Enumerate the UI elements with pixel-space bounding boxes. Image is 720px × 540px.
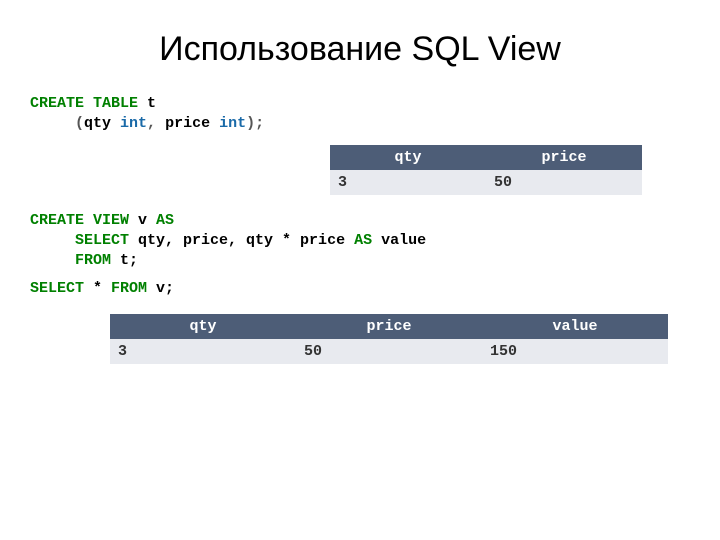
paren-open: ( (30, 115, 84, 132)
table-row: 3 50 (330, 170, 642, 195)
td-qty: 3 (330, 170, 486, 195)
create-table-code: CREATE TABLE t (qty int, price int); (30, 94, 690, 135)
table-row: 3 50 150 (110, 339, 668, 364)
comma: , (147, 115, 165, 132)
kw-select-2: SELECT (30, 280, 84, 297)
th-qty: qty (110, 314, 296, 339)
td-value: 150 (482, 339, 668, 364)
kw-from-1: FROM (30, 252, 111, 269)
kw-as-2: AS (354, 232, 372, 249)
th-qty: qty (330, 145, 486, 170)
kw-select-1: SELECT (30, 232, 129, 249)
th-price: price (296, 314, 482, 339)
table-v: qty price value 3 50 150 (110, 314, 668, 364)
type-int-2: int (210, 115, 246, 132)
td-price: 50 (296, 339, 482, 364)
table-header-row: qty price (330, 145, 642, 170)
star: * (84, 280, 111, 297)
table-t: qty price 3 50 (330, 145, 642, 195)
td-price: 50 (486, 170, 642, 195)
kw-as-1: AS (156, 212, 174, 229)
select-from-view-code: SELECT * FROM v; (30, 279, 690, 299)
col-qty: qty (84, 115, 111, 132)
ident-v: v (129, 212, 156, 229)
alias-value: value (372, 232, 426, 249)
th-value: value (482, 314, 668, 339)
page-title: Использование SQL View (30, 30, 690, 69)
from-t: t; (111, 252, 138, 269)
col-price: price (165, 115, 210, 132)
table-header-row: qty price value (110, 314, 668, 339)
kw-create-table: CREATE TABLE (30, 95, 138, 112)
th-price: price (486, 145, 642, 170)
paren-close: ); (246, 115, 264, 132)
create-view-code: CREATE VIEW v AS SELECT qty, price, qty … (30, 211, 690, 272)
kw-create-view: CREATE VIEW (30, 212, 129, 229)
ident-t: t (138, 95, 156, 112)
from-v: v; (147, 280, 174, 297)
type-int-1: int (111, 115, 147, 132)
kw-from-2: FROM (111, 280, 147, 297)
select-cols: qty, price, qty * price (129, 232, 354, 249)
td-qty: 3 (110, 339, 296, 364)
